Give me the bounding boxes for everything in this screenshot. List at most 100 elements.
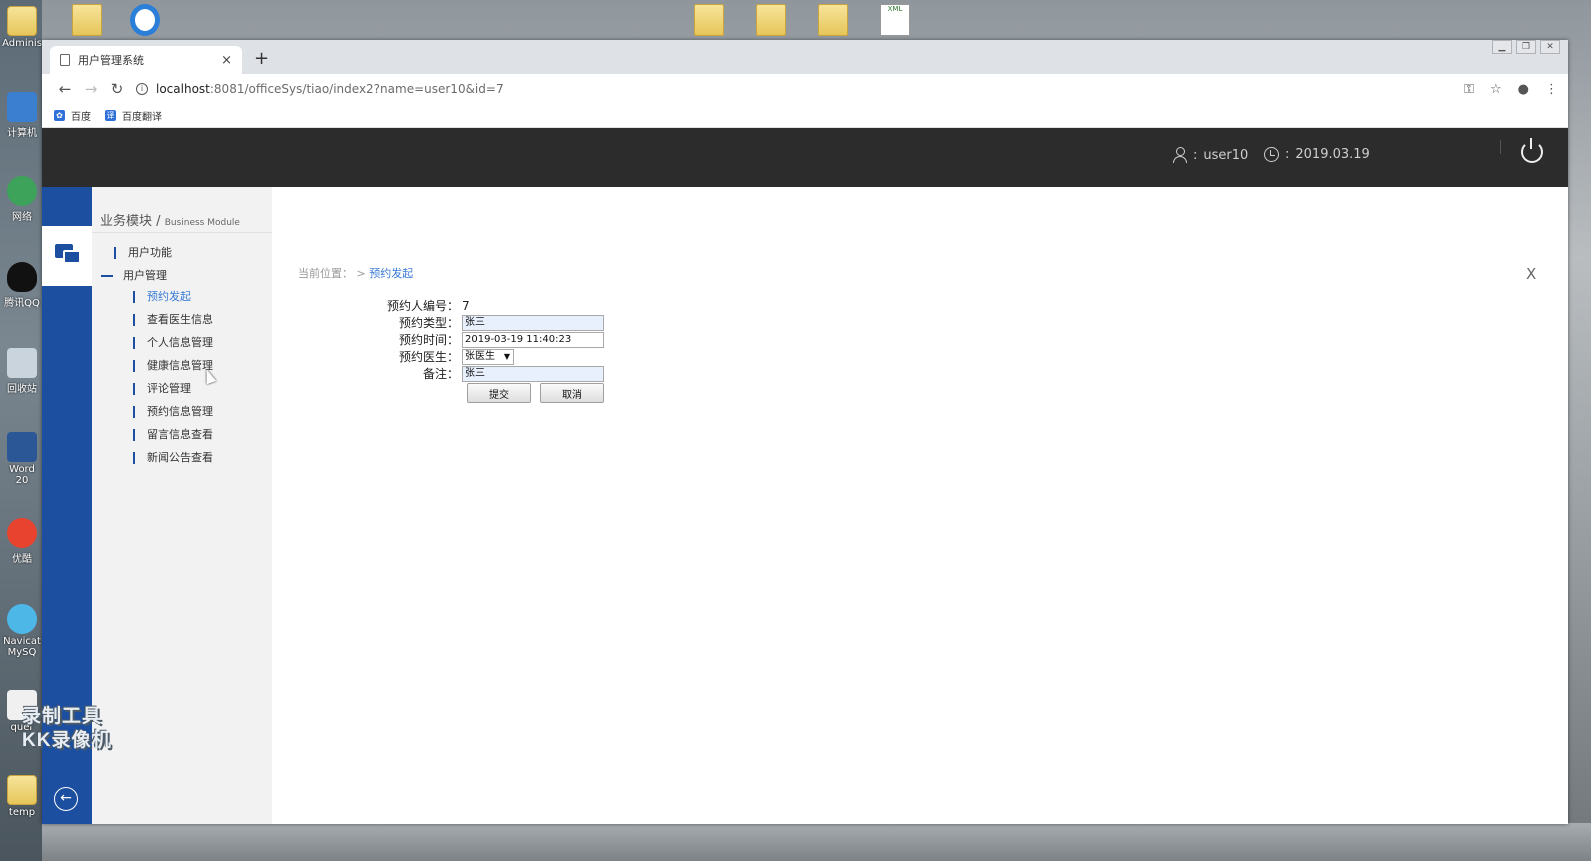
breadcrumb-separator: > (356, 267, 366, 280)
sidebar-title: 业务模块 / Business Module (100, 210, 240, 229)
doctor-select-value: 张医生 (465, 350, 495, 362)
desktop-icon-label: 腾讯QQ (4, 298, 40, 309)
key-icon[interactable]: ⚿ (1464, 82, 1474, 97)
baidu-paw-icon: ✿ (54, 110, 65, 121)
sidebar-item-comments[interactable]: 评论管理 (133, 380, 191, 396)
desktop-folder-icon[interactable] (818, 4, 848, 36)
desktop-icon-label: Adminis (2, 38, 42, 49)
sidebar-item-label: 预约信息管理 (147, 405, 213, 418)
qq-icon[interactable]: 腾讯QQ (2, 262, 42, 309)
desktop-icon-label: 网络 (12, 212, 32, 223)
header-date-separator: : (1285, 147, 1290, 162)
bookmark-label: 百度 (71, 112, 91, 123)
minimize-button[interactable]: ▁ (1492, 40, 1512, 54)
cancel-button[interactable]: 取消 (540, 383, 604, 403)
user-icon (1173, 147, 1187, 163)
appointment-time-input[interactable]: 2019-03-19 11:40:23 (462, 331, 604, 348)
rail-tile-active[interactable] (42, 226, 92, 286)
navicat-icon[interactable]: Navicat MySQ (2, 604, 42, 658)
window-controls: ▁ ❐ ✕ (1492, 40, 1560, 54)
computer-icon[interactable]: 计算机 (2, 92, 42, 139)
account-icon[interactable]: ● (1518, 82, 1529, 97)
xml-file-icon[interactable]: XML (880, 4, 910, 36)
sidebar-item-label: 预约发起 (147, 290, 191, 303)
back-arrow-icon[interactable]: ← (52, 80, 78, 98)
appointment-time-label: 预约时间： (398, 333, 459, 347)
new-tab-button[interactable]: + (254, 48, 269, 69)
doctor-select[interactable]: 张医生 ▼ (462, 348, 514, 365)
sidebar-group-user-management[interactable]: 用户管理 (101, 267, 167, 283)
appointment-type-label: 预约类型： (398, 316, 459, 330)
browser-tab[interactable]: 用户管理系统 × (50, 46, 242, 74)
url-path: :8081/officeSys/tiao/index2?name=user10&… (209, 82, 504, 96)
note-label: 备注： (422, 367, 459, 381)
close-page-icon[interactable]: X (1526, 265, 1536, 283)
breadcrumb-current[interactable]: 预约发起 (369, 267, 413, 280)
browser-app-icon[interactable] (130, 4, 160, 36)
sidebar-group-label: 用户管理 (123, 269, 167, 282)
reload-icon[interactable]: ↻ (104, 80, 130, 98)
forward-arrow-icon[interactable]: → (78, 80, 104, 98)
temp-folder-icon[interactable]: temp (2, 775, 42, 818)
divider (92, 232, 272, 233)
appointment-id-value: 7 (462, 298, 470, 313)
header-date: : 2019.03.19 (1264, 147, 1370, 162)
header-user-separator: : (1193, 147, 1198, 163)
mouse-cursor (201, 367, 217, 385)
bookmark-baidu-translate[interactable]: 译 百度翻译 (105, 108, 162, 123)
sidebar-item-label: 查看医生信息 (147, 313, 213, 326)
app-header: : user10 : 2019.03.19 (42, 128, 1568, 187)
tab-bar: 用户管理系统 × + ▁ ❐ ✕ (42, 40, 1568, 74)
sidebar-item-appointment-start[interactable]: 预约发起 (133, 288, 191, 304)
chevron-down-icon: ▼ (503, 351, 510, 361)
desktop-bottom (42, 823, 1591, 861)
sidebar-item-label: 评论管理 (147, 382, 191, 395)
translate-icon: 译 (105, 110, 116, 121)
maximize-button[interactable]: ❐ (1516, 40, 1536, 54)
sidebar-item-appointment-info[interactable]: 预约信息管理 (133, 403, 213, 419)
desktop-folder-icon[interactable] (756, 4, 786, 36)
sidebar-item-news[interactable]: 新闻公告查看 (133, 449, 213, 465)
collapse-arrow-icon[interactable]: ← (54, 787, 78, 811)
power-icon[interactable] (1521, 138, 1543, 163)
tab-close-icon[interactable]: × (221, 53, 232, 68)
desktop-folder-icon[interactable] (72, 4, 102, 36)
sidebar-item-personal-info[interactable]: 个人信息管理 (133, 334, 213, 350)
network-icon[interactable]: 网络 (2, 176, 42, 223)
sidebar-item-messages[interactable]: 留言信息查看 (133, 426, 213, 442)
address-bar[interactable]: i localhost:8081/officeSys/tiao/index2?n… (136, 77, 1464, 101)
info-icon[interactable]: i (136, 83, 148, 95)
submit-button[interactable]: 提交 (467, 383, 531, 403)
nav-bar: ← → ↻ i localhost:8081/officeSys/tiao/in… (42, 74, 1568, 104)
sidebar-item-label: 新闻公告查看 (147, 451, 213, 464)
tab-title: 用户管理系统 (78, 54, 144, 67)
recycle-bin-icon[interactable]: 回收站 (2, 348, 42, 395)
admin-folder-icon[interactable]: Adminis (2, 6, 42, 49)
close-window-button[interactable]: ✕ (1540, 40, 1560, 54)
header-date-value: 2019.03.19 (1295, 147, 1370, 162)
appointment-id-label: 预约人编号： (386, 299, 459, 313)
youku-icon[interactable]: 优酷 (2, 518, 42, 565)
sidebar: 业务模块 / Business Module 用户功能 用户管理 预约发起 查看… (92, 187, 272, 824)
desktop-icon-label: Word 20 (9, 464, 35, 486)
bookmark-label: 百度翻译 (122, 112, 162, 123)
desktop-icon-label: 回收站 (7, 384, 37, 395)
word-icon[interactable]: Word 20 (2, 432, 42, 486)
menu-dots-icon[interactable]: ⋮ (1545, 82, 1558, 97)
desktop-icon-label: 计算机 (7, 128, 37, 139)
app-page: : user10 : 2019.03.19 ← 业务模块 / Business … (42, 128, 1568, 824)
sidebar-title-en: Business Module (164, 218, 240, 228)
sidebar-group-label: 用户功能 (128, 246, 172, 259)
sidebar-item-label: 留言信息查看 (147, 428, 213, 441)
note-input[interactable]: 张三 (462, 365, 604, 382)
sidebar-group-user-functions[interactable]: 用户功能 (114, 244, 172, 260)
sidebar-item-doctor-info[interactable]: 查看医生信息 (133, 311, 213, 327)
sidebar-title-cn: 业务模块 (100, 214, 153, 229)
desktop-icon-label: 优酷 (12, 554, 32, 565)
appointment-type-input[interactable]: 张三 (462, 314, 604, 331)
breadcrumb-label: 当前位置： (298, 267, 353, 280)
bookmark-baidu[interactable]: ✿ 百度 (54, 108, 91, 123)
desktop-folder-icon[interactable] (694, 4, 724, 36)
browser-window: 用户管理系统 × + ▁ ❐ ✕ ← → ↻ i localhost:8081/… (42, 40, 1568, 824)
star-icon[interactable]: ☆ (1490, 82, 1502, 97)
